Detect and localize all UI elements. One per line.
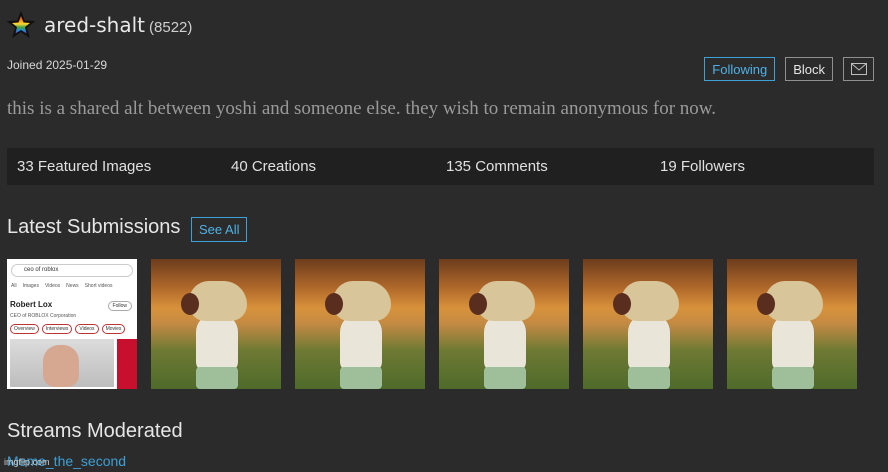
screenshot-red-panel bbox=[117, 339, 137, 389]
screenshot-subtitle: CEO of ROBLOX Corporation bbox=[10, 313, 77, 319]
screenshot-tabs: All Images Videos News Short videos bbox=[11, 283, 112, 289]
meme-figure bbox=[628, 367, 670, 389]
stats-bar: 33 Featured Images 40 Creations 135 Comm… bbox=[7, 148, 874, 185]
meme-figure bbox=[484, 367, 526, 389]
profile-actions: Following Block bbox=[704, 57, 874, 81]
screenshot-chip: Videos bbox=[75, 324, 99, 334]
meme-figure bbox=[628, 314, 670, 372]
screenshot-chip: Interviews bbox=[41, 324, 73, 334]
screenshot-tab: All bbox=[11, 283, 17, 289]
meme-figure bbox=[340, 314, 382, 372]
creations-link[interactable]: 40 Creations bbox=[231, 158, 316, 175]
block-button[interactable]: Block bbox=[785, 57, 833, 81]
rainbow-star-icon bbox=[7, 11, 35, 39]
meme-figure bbox=[613, 293, 631, 315]
screenshot-name: Robert Lox bbox=[10, 300, 53, 309]
screenshot-chip: Movies bbox=[101, 324, 126, 334]
screenshot-chips: Overview Interviews Videos Movies bbox=[10, 324, 126, 334]
screenshot-tab: Images bbox=[22, 283, 39, 289]
submission-thumbnail[interactable] bbox=[151, 259, 281, 389]
meme-figure bbox=[772, 367, 814, 389]
username: ared-shalt bbox=[44, 13, 146, 37]
comments-link[interactable]: 135 Comments bbox=[446, 158, 548, 175]
screenshot-tab: Videos bbox=[44, 283, 61, 289]
profile-header: ared-shalt (8522) bbox=[7, 10, 192, 40]
meme-figure bbox=[340, 367, 382, 389]
submission-thumbnail[interactable] bbox=[583, 259, 713, 389]
screenshot-follow: Follow bbox=[107, 301, 132, 311]
meme-figure bbox=[757, 293, 775, 315]
following-button[interactable]: Following bbox=[704, 57, 776, 81]
meme-figure bbox=[196, 367, 238, 389]
submission-thumbnail[interactable] bbox=[439, 259, 569, 389]
meme-figure bbox=[196, 314, 238, 372]
submission-thumbnail[interactable]: ceo of roblox All Images Videos News Sho… bbox=[7, 259, 137, 389]
meme-figure bbox=[181, 293, 199, 315]
meme-figure bbox=[484, 314, 526, 372]
imgflip-watermark: imgflip.com bbox=[4, 457, 50, 467]
screenshot-tab: Short videos bbox=[84, 283, 113, 289]
submission-thumbnail[interactable] bbox=[295, 259, 425, 389]
submission-thumbnail[interactable] bbox=[727, 259, 857, 389]
meme-figure bbox=[772, 314, 814, 372]
meme-figure bbox=[469, 293, 487, 315]
screenshot-tab: News bbox=[66, 283, 79, 289]
followers-link[interactable]: 19 Followers bbox=[660, 158, 745, 175]
see-all-button[interactable]: See All bbox=[191, 217, 248, 242]
screenshot-chip: Overview bbox=[10, 324, 39, 334]
joined-date: Joined 2025-01-29 bbox=[7, 58, 108, 72]
message-button[interactable] bbox=[843, 57, 874, 81]
submission-thumbnails: ceo of roblox All Images Videos News Sho… bbox=[7, 259, 857, 389]
meme-figure bbox=[325, 293, 343, 315]
streams-moderated-title: Streams Moderated bbox=[7, 420, 183, 442]
screenshot-face bbox=[43, 345, 79, 387]
user-points: (8522) bbox=[149, 18, 193, 36]
profile-bio: this is a shared alt between yoshi and s… bbox=[7, 98, 717, 119]
latest-submissions-title: Latest Submissions bbox=[7, 216, 181, 238]
envelope-icon bbox=[850, 63, 867, 75]
screenshot-search-bar: ceo of roblox bbox=[11, 264, 133, 277]
featured-images-link[interactable]: 33 Featured Images bbox=[17, 158, 151, 175]
